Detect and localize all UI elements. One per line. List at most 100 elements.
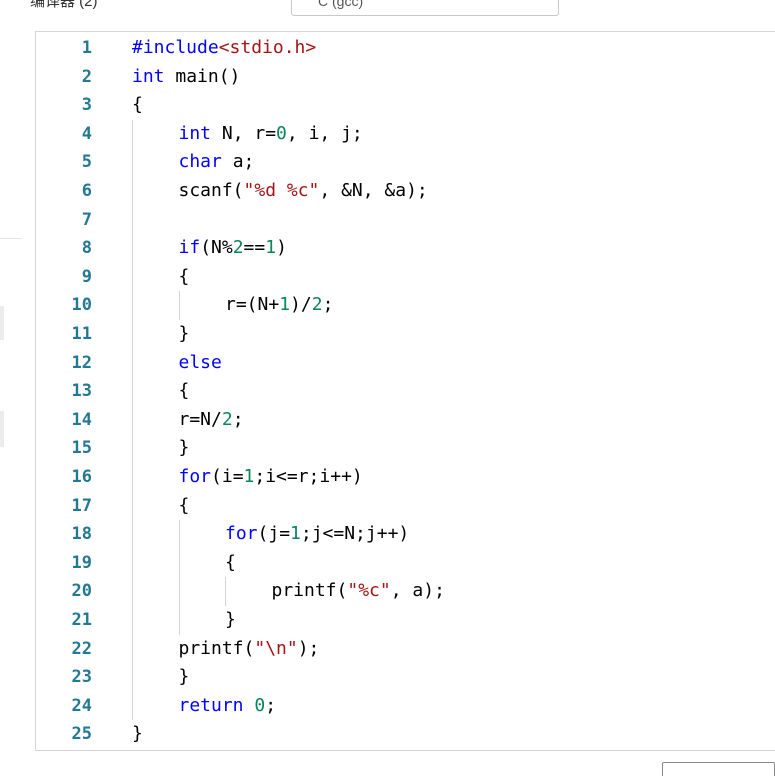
code-line[interactable]: printf("\n"); xyxy=(179,635,320,664)
line-number: 3 xyxy=(81,95,92,116)
code-token: } xyxy=(178,666,190,688)
line-number-gutter: 1 2 3 4 5 6 7 8 9 10 11 12 13 14 15 16 17 18 19 20 21 22 23 24 2… xyxy=(36,32,114,750)
indent-guide xyxy=(132,119,133,721)
code-editor[interactable]: 1 2 3 4 5 6 7 8 9 10 11 12 13 14 15 16 17 18 19 20 21 22 23 24 2… xyxy=(35,31,775,751)
line-number: 16 xyxy=(71,467,92,487)
code-line[interactable]: { xyxy=(179,263,190,292)
code-line[interactable]: } xyxy=(225,606,236,635)
line-number: 19 xyxy=(71,552,92,573)
bottom-panel-tab[interactable] xyxy=(662,762,775,776)
code-token: == xyxy=(243,237,266,259)
line-number: 13 xyxy=(71,381,92,402)
code-token: { xyxy=(178,494,190,516)
code-token: "\n" xyxy=(254,637,298,659)
editor-top-border xyxy=(740,31,775,32)
code-token: if xyxy=(178,237,201,259)
code-line[interactable]: } xyxy=(179,320,190,349)
code-line[interactable]: int main() xyxy=(132,63,240,92)
line-number: 5 xyxy=(81,152,92,173)
code-line[interactable]: { xyxy=(225,549,236,578)
code-token: )/ xyxy=(290,294,312,316)
line-number: 21 xyxy=(71,610,92,630)
code-line[interactable]: int N, r=0, i, j; xyxy=(179,120,363,149)
code-line[interactable]: char a; xyxy=(179,148,255,177)
code-line[interactable]: printf("%c", a); xyxy=(272,577,445,606)
line-number: 17 xyxy=(71,495,92,516)
code-line[interactable]: r=N/2; xyxy=(179,406,244,435)
code-token: scanf( xyxy=(178,180,244,201)
line-number: 12 xyxy=(71,352,92,373)
code-token: } xyxy=(132,723,143,745)
code-token: ; xyxy=(232,408,244,430)
code-token: else xyxy=(178,351,222,373)
code-line[interactable]: else xyxy=(179,349,222,378)
code-token: 1 xyxy=(279,294,291,316)
line-number: 14 xyxy=(71,409,92,430)
code-line[interactable]: for(i=1;i<=r;i++) xyxy=(179,463,363,492)
line-number: 23 xyxy=(71,667,92,688)
code-token: { xyxy=(225,551,236,573)
code-line[interactable]: } xyxy=(179,434,190,463)
code-token: "%d %c" xyxy=(243,180,320,201)
line-number: 1 xyxy=(81,38,92,58)
line-number: 4 xyxy=(81,123,92,144)
code-token: 2 xyxy=(232,237,244,259)
code-line[interactable]: { xyxy=(132,91,143,120)
line-number: 6 xyxy=(81,181,92,201)
code-line[interactable]: scanf("%d %c", &N, &a); xyxy=(179,177,428,206)
compiler-label: 编译器 (2) xyxy=(30,0,98,10)
code-token: #include xyxy=(132,37,219,58)
line-number: 24 xyxy=(71,695,92,716)
indent-guide xyxy=(225,577,226,606)
code-token: main() xyxy=(164,65,241,87)
code-token: ; xyxy=(322,294,334,316)
code-line[interactable]: for(j=1;j<=N;j++) xyxy=(225,520,409,549)
code-token: "%c" xyxy=(347,580,391,602)
code-token: 1 xyxy=(290,523,301,545)
code-line[interactable]: if(N%2==1) xyxy=(179,234,287,263)
line-number: 8 xyxy=(81,238,92,259)
code-token: , &N, &a); xyxy=(319,180,428,201)
code-token: return xyxy=(178,694,244,716)
left-edge-marker xyxy=(0,411,4,447)
code-line[interactable]: r=(N+1)/2; xyxy=(225,291,333,320)
code-token: 2 xyxy=(311,294,323,316)
code-line[interactable]: return 0; xyxy=(179,692,277,721)
code-token: int xyxy=(178,122,212,144)
code-line[interactable]: #include<stdio.h> xyxy=(132,34,316,63)
code-token: ;j<=N;j++) xyxy=(300,523,410,545)
line-number: 25 xyxy=(71,724,92,745)
code-token: ; xyxy=(265,694,277,716)
code-token: , a); xyxy=(390,580,445,602)
code-token: ;i<=r;i++) xyxy=(254,466,363,487)
code-token: printf( xyxy=(178,637,255,659)
line-number: 9 xyxy=(81,266,92,287)
code-token: int xyxy=(132,65,165,87)
code-token: N, r= xyxy=(211,122,277,144)
code-line[interactable]: { xyxy=(179,377,190,406)
code-token: { xyxy=(178,380,190,402)
code-token: ) xyxy=(276,237,287,259)
code-token: { xyxy=(132,94,143,116)
left-edge-marker xyxy=(0,306,4,340)
indent-guide xyxy=(178,520,180,635)
code-token: , i, j; xyxy=(286,122,363,144)
code-token: a; xyxy=(221,151,255,173)
code-line[interactable]: } xyxy=(132,720,143,749)
code-token: { xyxy=(178,265,190,287)
compiler-select[interactable]: C (gcc) xyxy=(291,0,559,16)
code-token: <stdio.h> xyxy=(218,37,317,58)
code-token: printf( xyxy=(271,580,348,602)
code-token: r=(N+ xyxy=(225,294,280,316)
line-number: 11 xyxy=(71,324,92,344)
code-token: 1 xyxy=(243,466,255,487)
code-token: 1 xyxy=(265,237,277,259)
line-number: 20 xyxy=(71,581,92,602)
code-token: } xyxy=(225,609,236,630)
code-line[interactable]: { xyxy=(179,492,190,521)
line-number: 15 xyxy=(71,438,92,459)
line-number: 22 xyxy=(71,638,92,659)
code-token: 0 xyxy=(254,694,266,716)
code-line[interactable]: } xyxy=(179,663,190,692)
